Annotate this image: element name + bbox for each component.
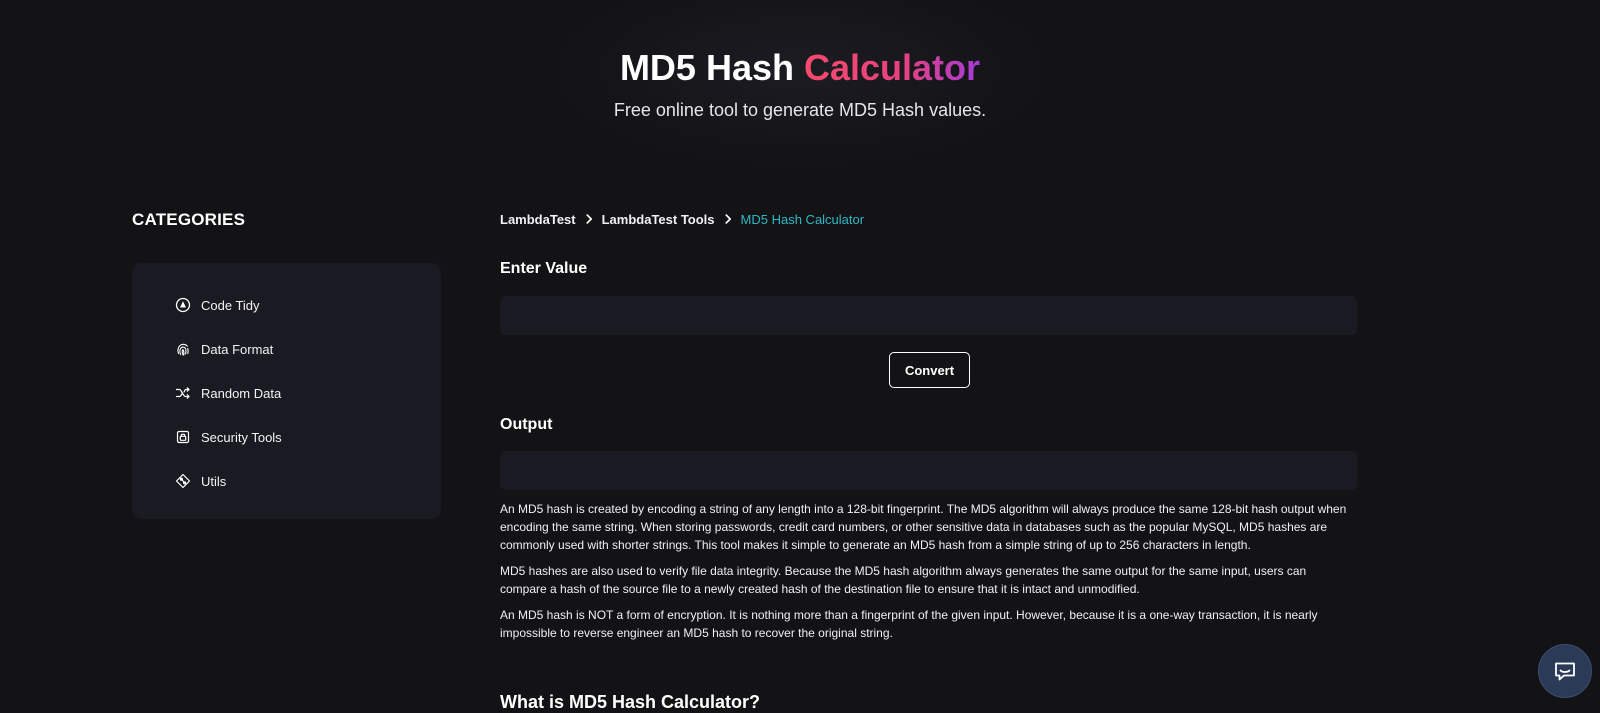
git-diamond-icon: [175, 473, 191, 489]
sidebar-item-label: Code Tidy: [201, 297, 260, 313]
code-tidy-icon: [175, 297, 191, 313]
sidebar-item-label: Utils: [201, 473, 227, 489]
sidebar-item-label: Random Data: [201, 385, 282, 401]
hero-banner: MD5 Hash Calculator Free online tool to …: [0, 0, 1600, 170]
output-label: Output: [500, 416, 553, 433]
sidebar-item-code-tidy[interactable]: Code Tidy: [132, 283, 441, 327]
page-title: MD5 Hash Calculator: [0, 46, 1600, 90]
sidebar-item-label: Data Format: [201, 341, 274, 357]
breadcrumb-lambdatest[interactable]: LambdaTest: [500, 212, 576, 227]
sidebar-item-data-format[interactable]: Data Format: [132, 327, 441, 371]
sidebar-item-utils[interactable]: Utils: [132, 459, 441, 503]
chat-bubble-icon: [1551, 657, 1579, 685]
what-is-heading: What is MD5 Hash Calculator?: [500, 692, 761, 712]
sidebar-item-label: Security Tools: [201, 429, 282, 445]
description-paragraph: An MD5 hash is created by encoding a str…: [500, 502, 1347, 552]
categories-heading: CATEGORIES: [132, 210, 246, 229]
convert-button[interactable]: Convert: [889, 352, 970, 388]
chevron-right-icon: [581, 211, 597, 227]
breadcrumb: LambdaTest LambdaTest Tools MD5 Hash Cal…: [500, 211, 864, 227]
page-title-main: MD5 Hash: [619, 47, 794, 88]
categories-sidebar: Code Tidy Data Format Random Data Securi…: [132, 263, 441, 519]
description: An MD5 hash is created by encoding a str…: [500, 500, 1350, 650]
page-subtitle: Free online tool to generate MD5 Hash va…: [613, 100, 987, 120]
sidebar-item-security-tools[interactable]: Security Tools: [132, 415, 441, 459]
fingerprint-icon: [175, 341, 191, 357]
chevron-right-icon: [720, 211, 736, 227]
output-field[interactable]: [500, 451, 1357, 490]
sidebar-item-random-data[interactable]: Random Data: [132, 371, 441, 415]
description-paragraph: MD5 hashes are also used to verify file …: [500, 564, 1307, 596]
shuffle-icon: [175, 385, 191, 401]
description-paragraph: An MD5 hash is NOT a form of encryption.…: [500, 608, 1318, 640]
lock-icon: [175, 429, 191, 445]
enter-value-input[interactable]: [500, 296, 1357, 335]
breadcrumb-lambdatest-tools[interactable]: LambdaTest Tools: [602, 212, 715, 227]
page-title-accent: Calculator: [804, 47, 981, 88]
chat-button[interactable]: [1538, 644, 1592, 698]
breadcrumb-current: MD5 Hash Calculator: [740, 211, 865, 227]
enter-value-label: Enter Value: [500, 260, 588, 277]
